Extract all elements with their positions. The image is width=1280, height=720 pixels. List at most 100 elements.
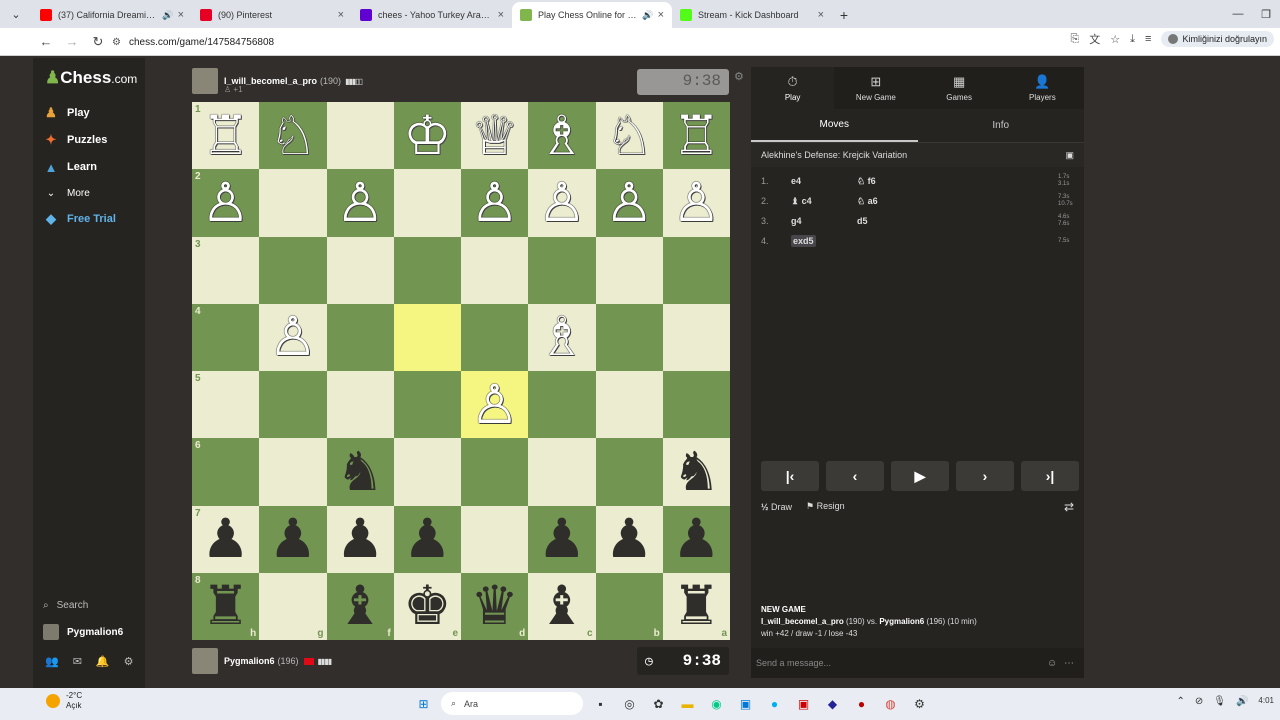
player-two[interactable]: Pygmalion6 bbox=[879, 617, 924, 626]
white-queen-piece[interactable]: ♕ bbox=[470, 108, 518, 163]
tab-new-game[interactable]: ⊞ New Game bbox=[834, 67, 917, 109]
board-square[interactable] bbox=[461, 303, 529, 371]
browser-tab[interactable]: chees - Yahoo Turkey Arama So × bbox=[352, 2, 512, 28]
store-icon[interactable]: ▣ bbox=[734, 692, 757, 715]
close-icon[interactable]: × bbox=[178, 9, 184, 21]
board-square[interactable]: a ♜ bbox=[662, 572, 730, 640]
board-square[interactable] bbox=[326, 236, 394, 304]
black-rook-piece[interactable]: ♜ bbox=[201, 579, 249, 633]
black-move[interactable]: ♘ f6 bbox=[857, 176, 1058, 187]
app-icon[interactable]: ● bbox=[850, 692, 873, 715]
close-icon[interactable]: × bbox=[498, 9, 504, 21]
black-move[interactable]: ♘ a6 bbox=[857, 196, 1058, 207]
board-square[interactable]: ♙ bbox=[326, 169, 394, 237]
board-square[interactable] bbox=[662, 371, 730, 439]
black-bishop-piece[interactable]: ♝ bbox=[336, 579, 384, 633]
tab-play[interactable]: ⏱ Play bbox=[751, 67, 835, 109]
sidebar-item-learn[interactable]: ▲ Learn bbox=[43, 159, 97, 175]
app-icon[interactable]: ⚙ bbox=[908, 692, 931, 715]
download-icon[interactable]: ⤓ bbox=[1130, 33, 1135, 46]
close-icon[interactable]: × bbox=[818, 9, 824, 21]
browser-tab[interactable]: Play Chess Online for FREE🔊 × bbox=[512, 2, 672, 28]
board-square[interactable] bbox=[461, 505, 529, 573]
reload-icon[interactable]: ↻ bbox=[86, 30, 110, 54]
board-square[interactable] bbox=[259, 236, 327, 304]
weather-widget[interactable]: -2°C Açık bbox=[46, 691, 82, 711]
board-square[interactable]: ♟ bbox=[662, 505, 730, 573]
board-square[interactable]: 1 ♖ bbox=[192, 102, 260, 170]
forward-icon[interactable]: → bbox=[60, 30, 84, 54]
black-pawn-piece[interactable]: ♟ bbox=[201, 512, 249, 566]
url-field[interactable]: ⚙ chess.com/game/147584756808 bbox=[112, 31, 1067, 53]
site-info-icon[interactable]: ⚙ bbox=[112, 37, 121, 48]
board-square[interactable] bbox=[393, 236, 461, 304]
board-square[interactable]: ♘ bbox=[595, 102, 663, 170]
board-square[interactable] bbox=[595, 438, 663, 506]
black-pawn-piece[interactable]: ♟ bbox=[672, 512, 720, 566]
translate-icon[interactable]: 文 bbox=[1089, 31, 1100, 47]
board-square[interactable] bbox=[461, 438, 529, 506]
app-icon[interactable]: ▣ bbox=[792, 692, 815, 715]
board-square[interactable]: ♟ bbox=[259, 505, 327, 573]
board-square[interactable] bbox=[326, 102, 394, 170]
resign-button[interactable]: ⚑ Resign bbox=[806, 501, 845, 512]
board-square[interactable]: ♙ bbox=[259, 303, 327, 371]
chess-board[interactable]: 1 ♖ ♘ ♔ ♕ ♗ ♘ ♖ 2 ♙ ♙ ♙ ♙ ♙ ♙ 3 4 ♙ ♗ 5 ♙ 6 ♞ ♞ 7 ♟ ♟ ♟ ♟ ♟ ♟ ♟ 8 h ♜ g f ♝ e ♚… bbox=[192, 102, 730, 640]
volume-icon[interactable]: 🔊 bbox=[1236, 696, 1248, 707]
white-move[interactable]: e4 bbox=[791, 176, 857, 186]
board-square[interactable] bbox=[259, 169, 327, 237]
next-move-button[interactable]: › bbox=[956, 461, 1014, 491]
black-bishop-piece[interactable]: ♝ bbox=[538, 579, 586, 633]
white-pawn-piece[interactable]: ♙ bbox=[470, 377, 518, 432]
board-square[interactable]: b bbox=[595, 572, 663, 640]
reading-list-icon[interactable]: ≡ bbox=[1145, 33, 1151, 45]
board-square[interactable]: ♗ bbox=[528, 303, 596, 371]
board-square[interactable]: ♙ bbox=[662, 169, 730, 237]
board-square[interactable] bbox=[461, 236, 529, 304]
microphone-icon[interactable]: 🎙 bbox=[1213, 696, 1226, 707]
black-knight-piece[interactable]: ♞ bbox=[336, 444, 384, 499]
white-knight-piece[interactable]: ♘ bbox=[605, 108, 653, 163]
network-icon[interactable]: ⊘ bbox=[1195, 696, 1203, 707]
white-pawn-piece[interactable]: ♙ bbox=[470, 175, 518, 230]
white-rook-piece[interactable]: ♖ bbox=[672, 108, 720, 163]
board-square[interactable] bbox=[326, 371, 394, 439]
board-square[interactable] bbox=[528, 236, 596, 304]
board-square[interactable]: ♙ bbox=[461, 169, 529, 237]
board-square[interactable] bbox=[595, 236, 663, 304]
board-square[interactable]: ♟ bbox=[595, 505, 663, 573]
board-square[interactable]: ♗ bbox=[528, 102, 596, 170]
board-square[interactable]: ♘ bbox=[259, 102, 327, 170]
profile-button[interactable]: Kimliğinizi doğrulayın bbox=[1161, 31, 1274, 47]
board-square[interactable] bbox=[528, 438, 596, 506]
board-square[interactable]: ♟ bbox=[528, 505, 596, 573]
white-pawn-piece[interactable]: ♙ bbox=[201, 175, 249, 230]
draw-button[interactable]: ½ Draw bbox=[761, 502, 792, 512]
previous-move-button[interactable]: ‹ bbox=[826, 461, 884, 491]
board-square[interactable]: ♙ bbox=[461, 371, 529, 439]
edge-icon[interactable]: ◉ bbox=[705, 692, 728, 715]
board-square[interactable]: 7 ♟ bbox=[192, 505, 260, 573]
new-tab-button[interactable]: + bbox=[832, 2, 856, 28]
black-pawn-piece[interactable]: ♟ bbox=[605, 512, 653, 566]
black-pawn-piece[interactable]: ♟ bbox=[269, 512, 317, 566]
board-square[interactable]: ♙ bbox=[528, 169, 596, 237]
browser-tab[interactable]: (90) Pinterest × bbox=[192, 2, 352, 28]
white-pawn-piece[interactable]: ♙ bbox=[336, 175, 384, 230]
board-square[interactable]: 3 bbox=[192, 236, 260, 304]
app-icon[interactable]: ◆ bbox=[821, 692, 844, 715]
clock-text[interactable]: 4:01 bbox=[1258, 696, 1274, 707]
black-king-piece[interactable]: ♚ bbox=[403, 579, 451, 633]
board-square[interactable]: g bbox=[259, 572, 327, 640]
maximize-icon[interactable]: ❐ bbox=[1252, 0, 1280, 28]
tab-games[interactable]: ▦ Games bbox=[918, 67, 1001, 109]
board-settings-icon[interactable]: ⚙ bbox=[734, 70, 744, 83]
notifications-icon[interactable]: 🔔 bbox=[96, 655, 110, 668]
first-move-button[interactable]: |‹ bbox=[761, 461, 819, 491]
black-queen-piece[interactable]: ♛ bbox=[470, 579, 518, 633]
white-pawn-piece[interactable]: ♙ bbox=[672, 175, 720, 230]
black-pawn-piece[interactable]: ♟ bbox=[336, 512, 384, 566]
task-view-icon[interactable]: ▪ bbox=[589, 692, 612, 715]
white-pawn-piece[interactable]: ♙ bbox=[269, 310, 317, 364]
windows-start-icon[interactable]: ⊞ bbox=[412, 692, 435, 715]
